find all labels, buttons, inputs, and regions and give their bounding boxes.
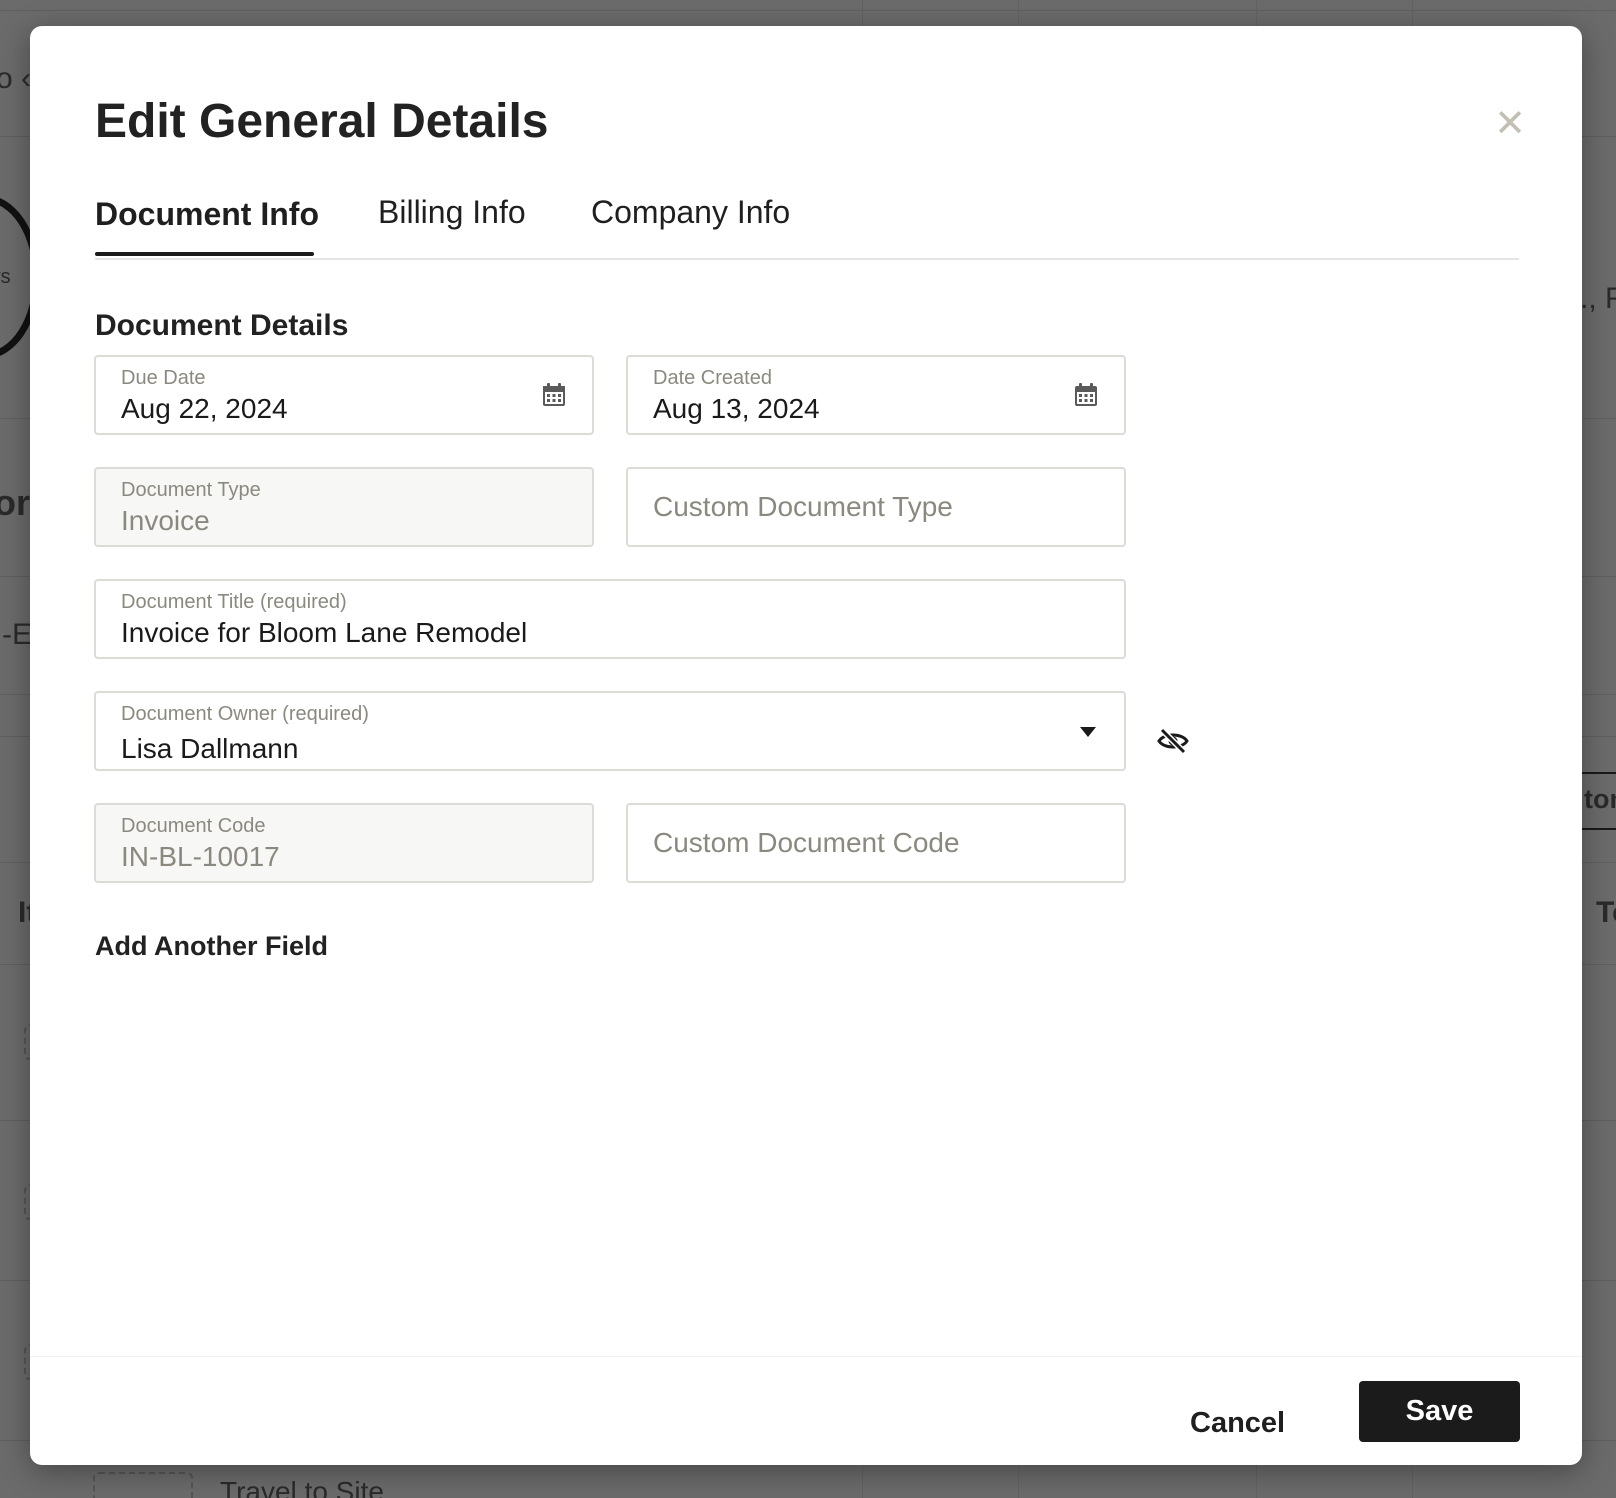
date-created-field[interactable]: Date Created Aug 13, 2024 bbox=[626, 355, 1126, 435]
tab-bar: Document Info Billing Info Company Info bbox=[95, 174, 1519, 260]
document-owner-label: Document Owner (required) bbox=[121, 703, 369, 725]
bg-placeholder-box bbox=[93, 1472, 193, 1498]
eye-slash-icon[interactable] bbox=[1156, 724, 1190, 758]
footer-divider bbox=[30, 1356, 1582, 1357]
custom-document-type-field bbox=[626, 467, 1126, 547]
custom-document-type-input[interactable] bbox=[653, 491, 1073, 523]
calendar-icon[interactable] bbox=[1072, 381, 1100, 409]
document-type-field: Document Type Invoice bbox=[94, 467, 594, 547]
save-button[interactable]: Save bbox=[1359, 1381, 1520, 1442]
document-title-value: Invoice for Bloom Lane Remodel bbox=[121, 617, 528, 648]
cancel-button[interactable]: Cancel bbox=[1190, 1407, 1285, 1440]
bg-text: Tc bbox=[1596, 896, 1616, 929]
bg-text: rs bbox=[0, 266, 11, 288]
bg-text: ton bbox=[1584, 784, 1616, 814]
document-code-value: IN-BL-10017 bbox=[121, 841, 280, 872]
date-created-value: Aug 13, 2024 bbox=[653, 393, 820, 424]
bg-text: o ‹ bbox=[0, 62, 32, 95]
bg-divider bbox=[0, 10, 1616, 11]
due-date-field[interactable]: Due Date Aug 22, 2024 bbox=[94, 355, 594, 435]
custom-document-code-field bbox=[626, 803, 1126, 883]
bg-text: -E bbox=[2, 618, 32, 651]
due-date-label: Due Date bbox=[121, 367, 206, 389]
document-owner-select[interactable]: Document Owner (required) Lisa Dallmann bbox=[94, 691, 1126, 771]
document-title-field[interactable]: Document Title (required) Invoice for Bl… bbox=[94, 579, 1126, 659]
document-type-value: Invoice bbox=[121, 505, 210, 536]
bg-text: or bbox=[0, 482, 30, 523]
date-created-label: Date Created bbox=[653, 367, 772, 389]
modal-title: Edit General Details bbox=[95, 95, 549, 148]
due-date-value: Aug 22, 2024 bbox=[121, 393, 288, 424]
document-code-label: Document Code bbox=[121, 815, 266, 837]
close-button[interactable]: ✕ bbox=[1490, 104, 1530, 144]
edit-general-details-modal: ✕ Edit General Details Document Info Bil… bbox=[30, 26, 1582, 1465]
bg-text: Travel to Site bbox=[220, 1476, 384, 1498]
active-tab-indicator bbox=[95, 252, 314, 256]
document-code-field: Document Code IN-BL-10017 bbox=[94, 803, 594, 883]
add-another-field-button[interactable]: Add Another Field bbox=[95, 931, 328, 962]
document-type-label: Document Type bbox=[121, 479, 261, 501]
bg-text: ., F bbox=[1580, 282, 1616, 315]
chevron-down-icon[interactable] bbox=[1080, 727, 1096, 737]
tab-billing-info[interactable]: Billing Info bbox=[378, 194, 526, 231]
calendar-icon[interactable] bbox=[540, 381, 568, 409]
tab-company-info[interactable]: Company Info bbox=[591, 194, 790, 231]
document-owner-value: Lisa Dallmann bbox=[121, 733, 299, 764]
close-icon: ✕ bbox=[1494, 103, 1526, 145]
tab-document-info[interactable]: Document Info bbox=[95, 196, 319, 233]
document-title-label: Document Title (required) bbox=[121, 591, 347, 613]
section-title: Document Details bbox=[95, 309, 349, 342]
custom-document-code-input[interactable] bbox=[653, 827, 1073, 859]
